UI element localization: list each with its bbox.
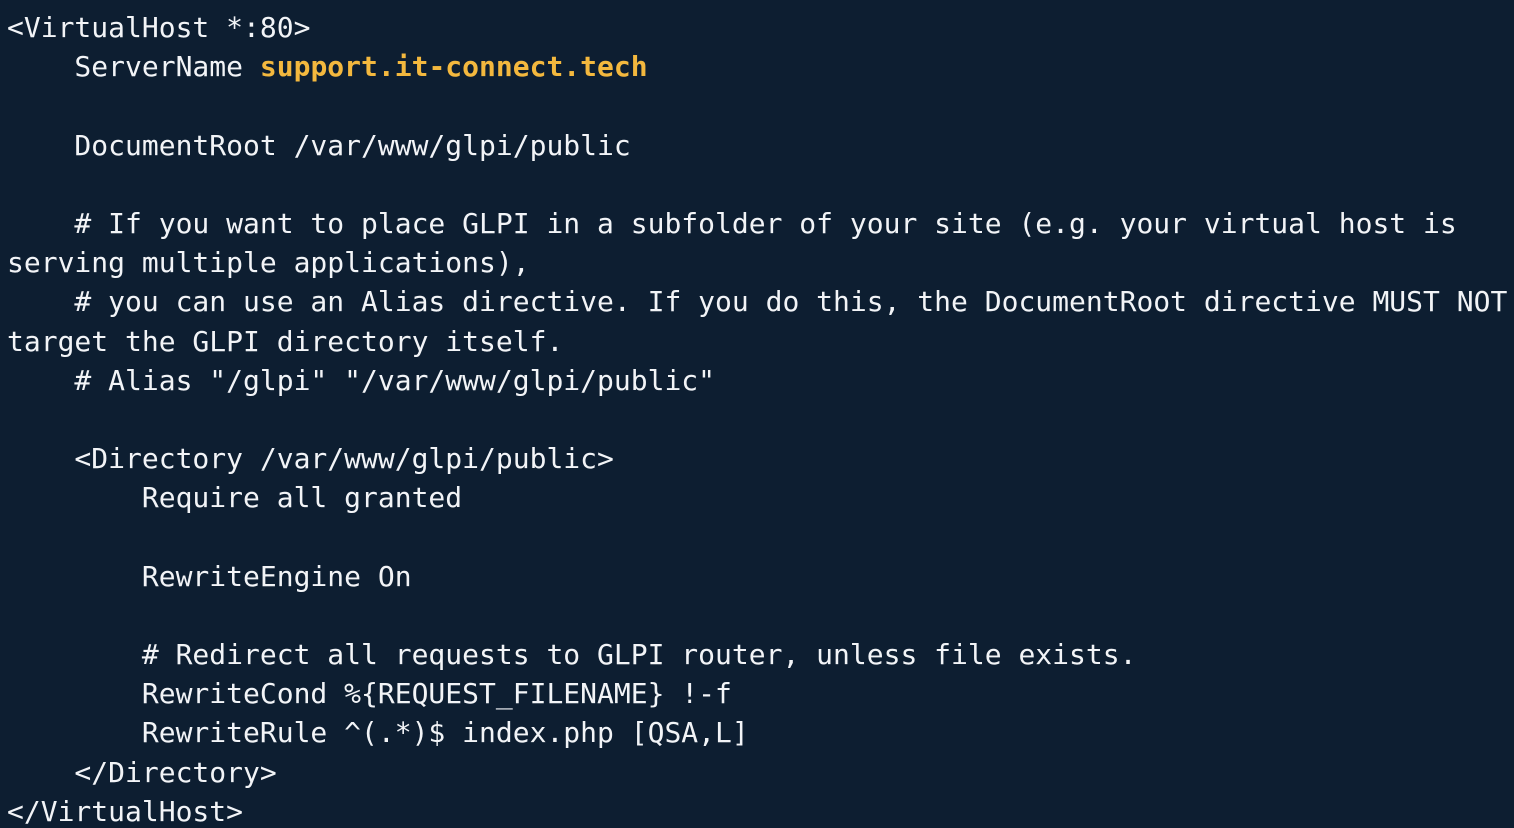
comment-alias-line-1: # you can use an Alias directive. If you… (7, 285, 1508, 319)
directory-open-tag: <Directory /var/www/glpi/public> (7, 442, 614, 476)
servername-directive: ServerName (7, 50, 260, 84)
redirect-comment: # Redirect all requests to GLPI router, … (7, 638, 1137, 671)
rewriterule-directive: RewriteRule ^(.*)$ index.php [QSA,L] (7, 716, 749, 750)
documentroot-line: DocumentRoot /var/www/glpi/public (7, 128, 631, 162)
rewritecond-directive: RewriteCond %{REQUEST_FILENAME} !-f (7, 677, 732, 711)
commented-alias-directive: # Alias "/glpi" "/var/www/glpi/public" (7, 363, 716, 397)
comment-subfolder-line-2: serving multiple applications), (7, 246, 530, 280)
comment-subfolder-line-1: # If you want to place GLPI in a subfold… (7, 206, 1457, 240)
virtualhost-open-tag: <VirtualHost *:80> (7, 11, 311, 44)
virtualhost-close-tag: </VirtualHost> (7, 794, 244, 828)
rewriteengine-directive: RewriteEngine On (7, 559, 412, 593)
servername-line: ServerName support.it-connect.tech (7, 47, 1514, 86)
servername-value: support.it-connect.tech (259, 50, 648, 84)
comment-alias-line-2: target the GLPI directory itself. (7, 324, 564, 358)
directory-close-tag: </Directory> (7, 755, 277, 789)
apache-config-code-view: <VirtualHost *:80> ServerName support.it… (0, 0, 1514, 828)
require-directive: Require all granted (7, 481, 463, 515)
